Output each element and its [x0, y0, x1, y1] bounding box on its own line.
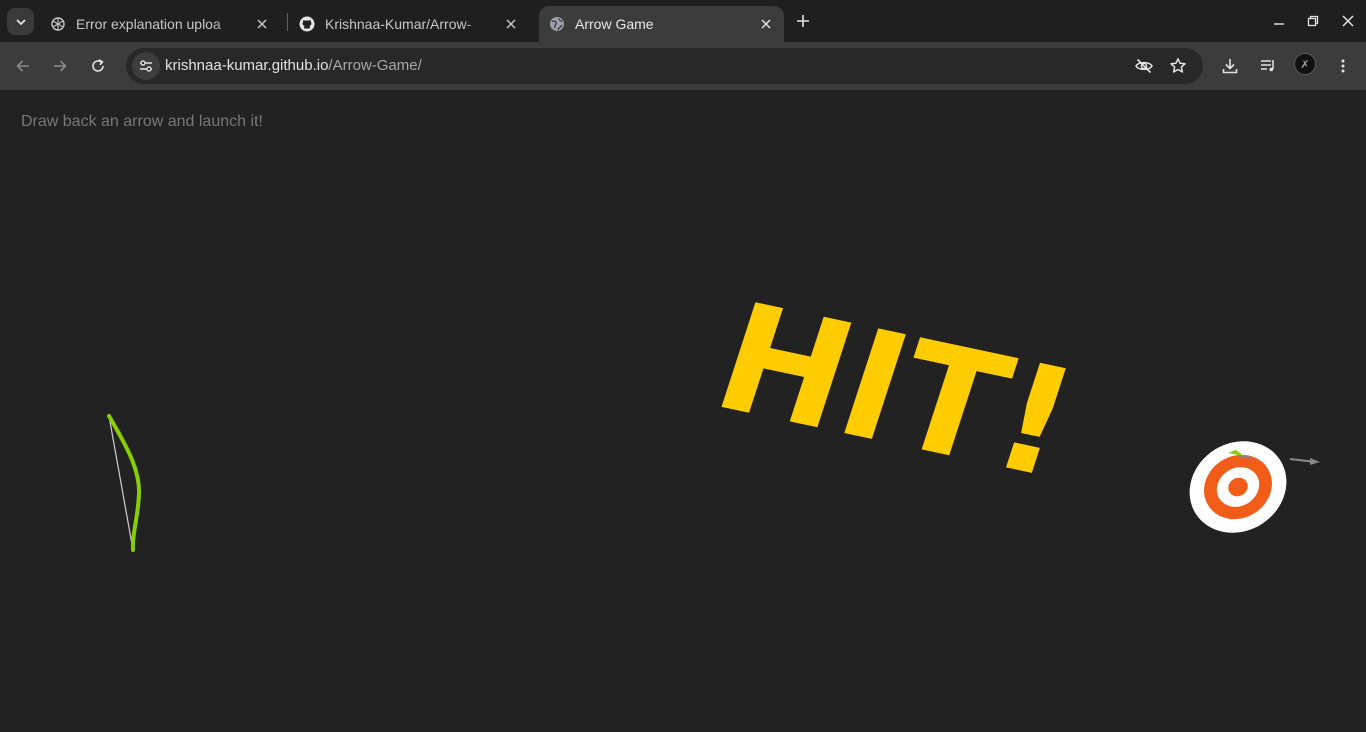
browser-toolbar: krishnaa-kumar.github.io/Arrow-Game/ ✗ — [0, 42, 1366, 90]
restore-button[interactable] — [1300, 8, 1326, 34]
back-button[interactable] — [9, 52, 37, 80]
close-tab-icon[interactable] — [503, 16, 519, 32]
address-bar[interactable]: krishnaa-kumar.github.io/Arrow-Game/ — [126, 48, 1203, 84]
more-vert-icon — [1341, 59, 1345, 73]
bookmark-button[interactable] — [1166, 54, 1190, 78]
tab-title: Error explanation uploa — [76, 16, 221, 32]
close-window-button[interactable] — [1335, 8, 1361, 34]
eye-off-icon — [1135, 58, 1153, 74]
reload-button[interactable] — [84, 52, 112, 80]
tab-strip: Error explanation uploa Krishnaa-Kumar/A… — [0, 0, 1366, 42]
bow-limb — [107, 414, 142, 552]
arrow — [1289, 458, 1320, 465]
tab-title: Krishnaa-Kumar/Arrow- — [325, 16, 472, 32]
minimize-icon — [1274, 23, 1284, 25]
hit-label: HIT! — [697, 271, 1096, 511]
queue-music-icon — [1261, 60, 1274, 72]
chevron-down-icon — [15, 18, 26, 25]
tab-arrow-game[interactable]: Arrow Game — [539, 6, 784, 42]
arrow-right-icon — [54, 60, 67, 72]
new-tab-button[interactable] — [791, 9, 815, 33]
plus-icon — [797, 15, 809, 27]
star-icon — [1170, 58, 1186, 73]
forward-button[interactable] — [46, 52, 74, 80]
close-icon — [1342, 15, 1354, 27]
instructions-text: Draw back an arrow and launch it! — [21, 113, 263, 130]
menu-button[interactable] — [1329, 52, 1357, 80]
close-tab-icon[interactable] — [758, 16, 774, 32]
close-tab-icon[interactable] — [254, 16, 270, 32]
tab-github-repo[interactable]: Krishnaa-Kumar/Arrow- — [289, 6, 529, 42]
bow[interactable] — [107, 414, 142, 552]
restore-icon — [1307, 15, 1319, 27]
minimize-button[interactable] — [1266, 8, 1292, 34]
url-text[interactable]: krishnaa-kumar.github.io/Arrow-Game/ — [165, 57, 422, 74]
arrow-head — [1310, 458, 1320, 465]
hit-text: HIT! — [697, 271, 1096, 511]
download-icon — [1222, 59, 1238, 74]
game-page[interactable]: HIT! Draw back an arrow and launch it! — [0, 90, 1366, 732]
tracking-protection-button[interactable] — [1132, 54, 1156, 78]
url-host: krishnaa-kumar.github.io — [165, 57, 329, 74]
globe-icon — [550, 17, 564, 31]
tab-title: Arrow Game — [575, 16, 654, 32]
profile-avatar[interactable]: ✗ — [1294, 53, 1316, 75]
downloads-button[interactable] — [1216, 52, 1244, 80]
chatgpt-icon — [51, 17, 65, 31]
reload-icon — [92, 59, 104, 72]
site-info-button[interactable] — [132, 52, 160, 80]
tab-separator — [287, 13, 288, 31]
arrow-left-icon — [16, 60, 29, 72]
github-icon — [299, 16, 315, 32]
tab-error-explanation[interactable]: Error explanation uploa — [40, 6, 280, 42]
target — [1189, 441, 1287, 533]
tab-search-button[interactable] — [7, 8, 34, 35]
media-controls-button[interactable] — [1254, 52, 1282, 80]
url-path: /Arrow-Game/ — [328, 57, 422, 74]
tune-icon — [140, 60, 152, 72]
game-canvas[interactable]: HIT! — [0, 90, 1366, 732]
